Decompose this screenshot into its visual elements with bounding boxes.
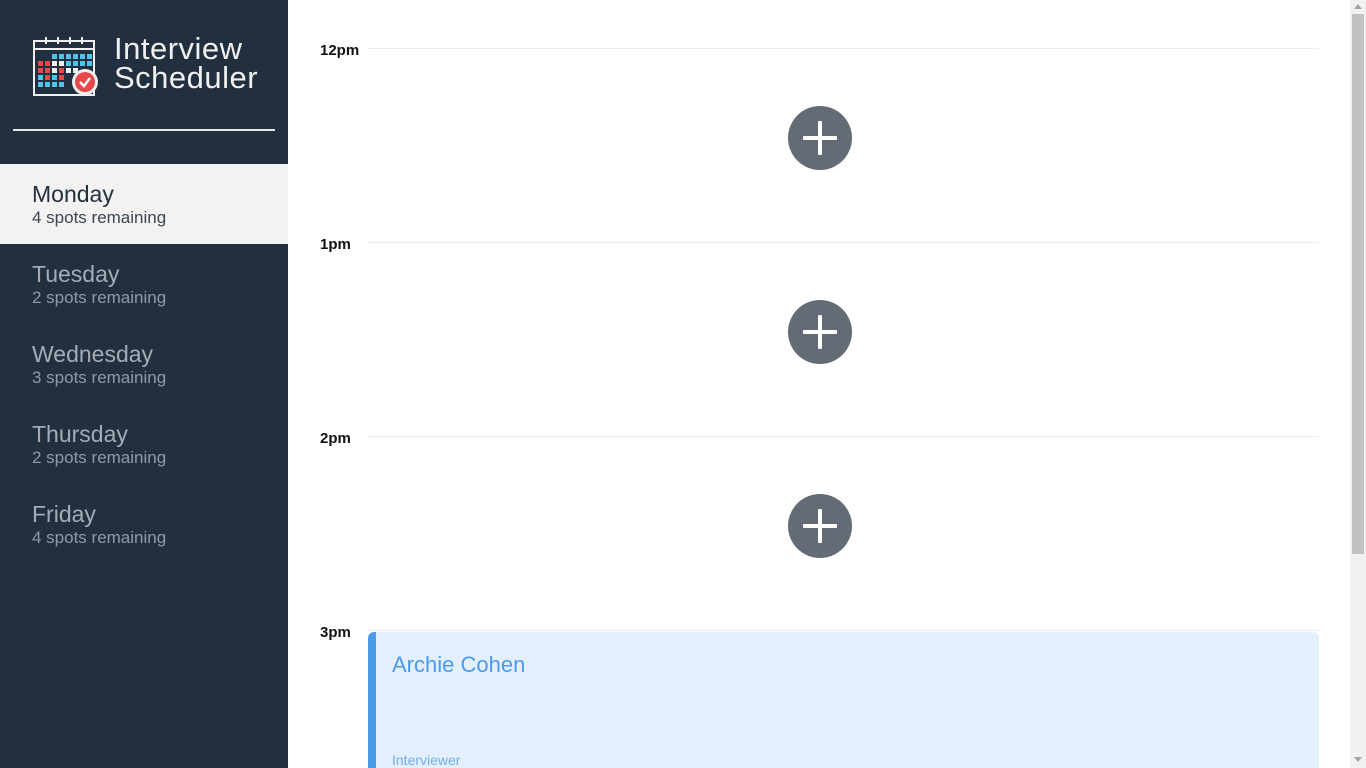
time-slot-2pm: 2pm (288, 396, 1350, 590)
student-name: Archie Cohen (392, 652, 526, 677)
app-title: Interview Scheduler (114, 31, 259, 95)
sidebar-divider (13, 129, 275, 131)
app-title-line-1: Interview (114, 31, 243, 66)
app-title-line-2: Scheduler (114, 60, 259, 95)
day-name: Friday (32, 501, 96, 527)
slot-time: 12pm (320, 42, 360, 59)
scroll-down-icon[interactable] (1354, 757, 1362, 762)
day-spots-remaining: 2 spots remaining (32, 448, 167, 467)
scrollbar[interactable] (1350, 0, 1366, 768)
slot-divider (368, 630, 1319, 631)
day-item-wednesday[interactable]: Wednesday 3 spots remaining (0, 324, 288, 404)
day-spots-remaining: 3 spots remaining (32, 368, 167, 387)
slot-divider (368, 48, 1319, 49)
day-spots-remaining: 4 spots remaining (32, 528, 167, 547)
day-spots-remaining: 2 spots remaining (32, 288, 167, 307)
appointment-card[interactable]: Archie Cohen Interviewer (368, 632, 1319, 768)
day-item-thursday[interactable]: Thursday 2 spots remaining (0, 404, 288, 484)
day-list: Monday 4 spots remaining Tuesday 2 spots… (0, 164, 288, 564)
time-slot-1pm: 1pm (288, 202, 1350, 396)
calendar-check-icon (33, 37, 98, 96)
time-slot-12pm: 12pm (288, 8, 1350, 202)
day-item-friday[interactable]: Friday 4 spots remaining (0, 484, 288, 564)
slot-time: 2pm (320, 430, 351, 447)
day-name: Tuesday (32, 261, 120, 287)
day-item-monday[interactable]: Monday 4 spots remaining (0, 164, 288, 244)
day-name: Monday (32, 181, 114, 207)
slot-time: 1pm (320, 236, 351, 253)
slot-time: 3pm (320, 624, 351, 641)
day-name: Thursday (32, 421, 128, 447)
day-item-tuesday[interactable]: Tuesday 2 spots remaining (0, 244, 288, 324)
scroll-up-icon[interactable] (1354, 4, 1362, 9)
plus-icon[interactable] (788, 494, 852, 558)
plus-icon[interactable] (788, 106, 852, 170)
sidebar: Interview Scheduler Monday 4 spots remai… (0, 0, 288, 768)
brand: Interview Scheduler (32, 31, 259, 98)
slot-divider (368, 436, 1319, 437)
schedule: 12pm 1pm 2pm 3pm Archie Cohen Interviewe… (288, 0, 1350, 768)
day-spots-remaining: 4 spots remaining (32, 208, 167, 227)
scroll-thumb[interactable] (1352, 14, 1364, 554)
interviewer-label: Interviewer (392, 752, 461, 768)
slot-divider (368, 242, 1319, 243)
plus-icon[interactable] (788, 300, 852, 364)
day-name: Wednesday (32, 341, 154, 367)
